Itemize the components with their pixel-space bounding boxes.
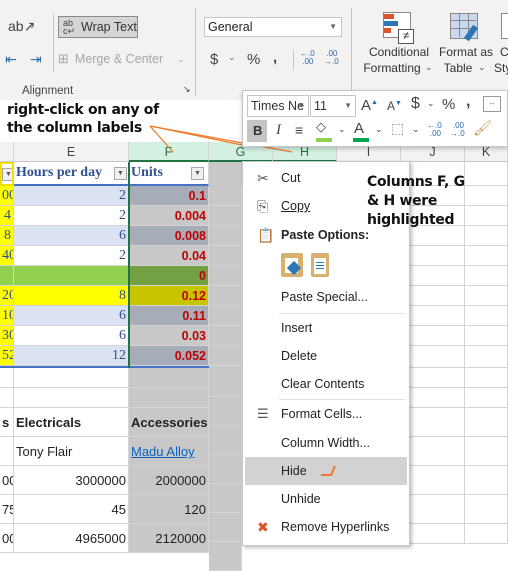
result-line-2: & H were: [367, 193, 438, 209]
remove-hyperlink-icon: ✖: [257, 519, 269, 535]
percent-button[interactable]: %: [442, 96, 455, 113]
column-width-label: Column Width...: [281, 436, 370, 450]
unhide-label: Unhide: [281, 492, 321, 506]
paste-options-label: Paste Options:: [281, 228, 370, 242]
italic-button[interactable]: I: [276, 122, 281, 139]
clipboard-icon: 📋: [257, 227, 275, 243]
font-size-select[interactable]: 11 ▼: [310, 95, 356, 117]
hide-label: Hide: [281, 464, 307, 478]
fill-color-button[interactable]: ◇: [316, 119, 326, 135]
scissors-icon: ✂: [257, 170, 269, 186]
menu-item-remove-hyperlinks[interactable]: ✖ Remove Hyperlinks: [245, 513, 407, 541]
paste-icon[interactable]: [311, 253, 329, 277]
menu-item-insert[interactable]: Insert: [245, 314, 407, 342]
currency-button[interactable]: $: [411, 95, 420, 113]
comma-button[interactable]: ,: [466, 93, 470, 111]
font-name-value: Times Ne: [251, 99, 305, 113]
delete-label: Delete: [281, 349, 318, 363]
dropdown-arrow-icon: ▼: [297, 101, 305, 110]
insert-label: Insert: [281, 321, 313, 335]
result-line-1: Columns F, G: [367, 174, 465, 190]
copy-icon: ⎘: [257, 198, 269, 214]
menu-item-column-width[interactable]: Column Width...: [245, 429, 407, 457]
menu-item-delete[interactable]: Delete: [245, 342, 407, 370]
paste-special-label: Paste Special...: [281, 290, 368, 304]
merge-center-icon[interactable]: ↔: [483, 96, 501, 112]
format-cells-label: Format Cells...: [281, 407, 363, 421]
borders-button[interactable]: ⬚: [391, 120, 404, 137]
chevron-down-icon[interactable]: ⌄: [412, 124, 420, 135]
remove-hyperlinks-label: Remove Hyperlinks: [281, 520, 390, 534]
paste-formatting-icon[interactable]: [281, 253, 303, 277]
increase-decimal-button[interactable]: ←.0 .00: [427, 122, 442, 138]
menu-item-paste-special[interactable]: Paste Special...: [245, 283, 407, 311]
bold-icon: B: [253, 123, 263, 138]
cursor-marker-icon: [321, 465, 336, 476]
decrease-decimal-button[interactable]: .00 →.0: [450, 122, 465, 138]
font-color-button[interactable]: A: [354, 120, 364, 137]
menu-item-clear-contents[interactable]: Clear Contents: [245, 370, 407, 398]
bold-button[interactable]: B: [247, 120, 267, 142]
menu-item-format-cells[interactable]: ☰ Format Cells...: [245, 400, 407, 428]
format-cells-icon: ☰: [257, 406, 269, 421]
mini-toolbar: Times Ne ▼ 11 ▼ A▲ A▼ $ ⌄ % , ↔ B I ≡ ◇ …: [242, 90, 508, 147]
menu-item-unhide[interactable]: Unhide: [245, 485, 407, 513]
clear-contents-label: Clear Contents: [281, 377, 365, 391]
copy-label: Copy: [281, 199, 311, 213]
font-size-value: 11: [314, 99, 327, 113]
font-name-select[interactable]: Times Ne ▼: [247, 95, 309, 117]
menu-item-hide[interactable]: Hide: [245, 457, 407, 485]
chevron-down-icon[interactable]: ⌄: [375, 124, 383, 135]
chevron-down-icon[interactable]: ⌄: [427, 98, 435, 109]
shrink-font-button[interactable]: A▼: [387, 99, 402, 113]
font-color-swatch: [353, 138, 369, 142]
cell-g[interactable]: [209, 542, 242, 571]
fill-color-swatch: [316, 138, 332, 142]
cut-label: Cut: [281, 171, 301, 185]
chevron-down-icon[interactable]: ⌄: [338, 124, 346, 135]
align-center-icon[interactable]: ≡: [295, 122, 303, 138]
dropdown-arrow-icon: ▼: [344, 101, 352, 110]
grow-font-button[interactable]: A▲: [361, 97, 378, 114]
result-line-3: highlighted: [367, 212, 455, 228]
format-painter-icon[interactable]: 🖌: [473, 119, 492, 137]
